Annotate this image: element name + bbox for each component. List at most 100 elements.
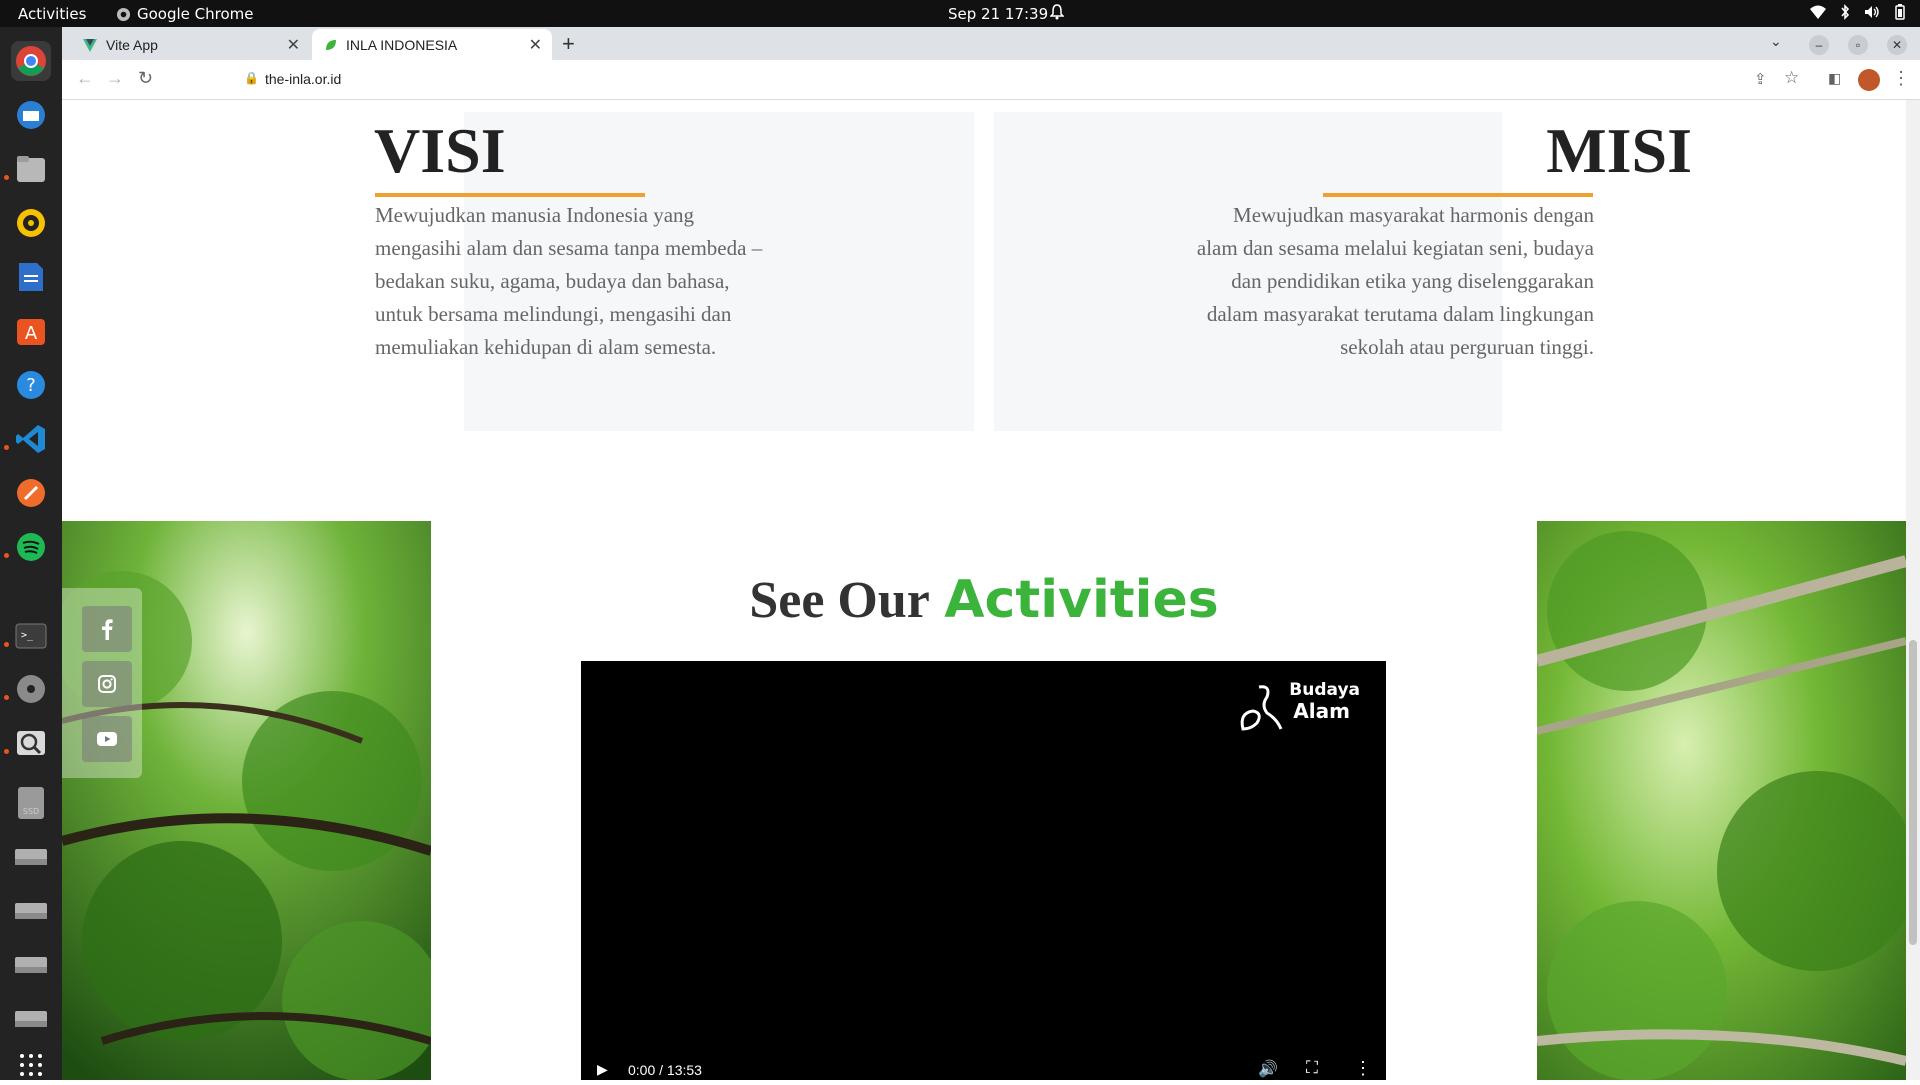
- video-time: 0:00 / 13:53: [628, 1062, 702, 1078]
- new-tab-button[interactable]: +: [562, 31, 575, 57]
- chrome-icon[interactable]: [11, 41, 51, 81]
- close-tab-icon[interactable]: ✕: [287, 35, 300, 55]
- logo-line1: Budaya: [1289, 680, 1360, 700]
- facebook-icon[interactable]: [82, 606, 132, 652]
- running-indicator: [4, 749, 9, 754]
- activities-heading: See Our Activities: [62, 570, 1906, 630]
- volume-icon: [1865, 6, 1879, 18]
- app-menu[interactable]: Google Chrome: [116, 5, 254, 23]
- system-tray[interactable]: [1810, 4, 1906, 20]
- drive-icon[interactable]: [11, 837, 51, 877]
- vite-icon: [83, 38, 97, 52]
- social-sidebar: [62, 588, 142, 778]
- visi-text: Mewujudkan manusia Indonesia yang mengas…: [375, 199, 835, 364]
- ssd-icon[interactable]: SSD: [11, 783, 51, 823]
- menu-kebab-icon[interactable]: ⋮: [1892, 68, 1910, 89]
- drive-icon[interactable]: [11, 891, 51, 931]
- tab-vite-app[interactable]: Vite App ✕: [70, 29, 310, 60]
- video-controls: ▶ 0:00 / 13:53 🔊 ⛶ ⋮: [581, 1047, 1386, 1080]
- logo-line2: Alam: [1293, 699, 1350, 723]
- forward-icon[interactable]: →: [106, 68, 124, 89]
- fullscreen-icon[interactable]: ⛶: [1306, 1058, 1318, 1078]
- app-grid-icon[interactable]: [11, 1045, 51, 1085]
- share-icon[interactable]: ⇪: [1754, 70, 1767, 88]
- misi-underline: [1323, 193, 1593, 197]
- restore-button[interactable]: ▫: [1848, 35, 1868, 55]
- misi-line: dan pendidikan etika yang diselenggaraka…: [1231, 269, 1594, 293]
- drive-icon[interactable]: [11, 945, 51, 985]
- visi-line: bedakan suku, agama, budaya dan bahasa,: [375, 269, 730, 293]
- postman-icon[interactable]: [11, 473, 51, 513]
- wifi-icon: [1810, 5, 1826, 19]
- battery-icon: [1895, 4, 1905, 20]
- tab-inla-indonesia[interactable]: INLA INDONESIA ✕: [312, 29, 552, 60]
- browser-toolbar: ← → ↻ 🔒 the-inla.or.id ⇪ ☆ ◧ ⋮: [62, 60, 1920, 100]
- svg-text:SSD: SSD: [23, 807, 39, 816]
- drive-icon[interactable]: [11, 999, 51, 1039]
- vscode-icon[interactable]: [11, 419, 51, 459]
- running-indicator: [4, 175, 9, 180]
- visi-line: memuliakan kehidupan di alam semesta.: [375, 335, 717, 359]
- svg-text:A: A: [25, 323, 38, 344]
- app-menu-label: Google Chrome: [137, 5, 254, 23]
- disc-icon[interactable]: [11, 669, 51, 709]
- dock: A ? >_ SSD: [0, 27, 62, 1080]
- misi-line: dalam masyarakat terutama dalam lingkung…: [1206, 302, 1594, 326]
- tab-title: INLA INDONESIA: [346, 36, 458, 53]
- chrome-icon: [116, 7, 131, 21]
- activities-heading-accent: Activities: [944, 570, 1219, 630]
- bell-icon: [1049, 4, 1065, 24]
- svg-text:?: ?: [26, 375, 36, 396]
- rhythmbox-icon[interactable]: [11, 203, 51, 243]
- activities-button[interactable]: Activities: [18, 5, 86, 23]
- play-icon[interactable]: ▶: [597, 1061, 608, 1078]
- bookmark-star-icon[interactable]: ☆: [1784, 68, 1799, 88]
- software-icon[interactable]: A: [11, 311, 51, 351]
- more-options-icon[interactable]: ⋮: [1354, 1058, 1372, 1079]
- volume-icon[interactable]: 🔊: [1258, 1059, 1278, 1079]
- misi-line: sekolah atau perguruan tinggi.: [1340, 335, 1594, 359]
- running-indicator: [4, 642, 9, 647]
- tab-title: Vite App: [106, 36, 158, 53]
- visi-line: untuk bersama melindungi, mengasihi dan: [375, 302, 732, 326]
- svg-text:>_: >_: [21, 630, 34, 641]
- inla-favicon: [326, 39, 336, 50]
- spotify-icon[interactable]: [11, 527, 51, 567]
- visi-underline: [375, 193, 645, 197]
- lock-icon[interactable]: 🔒: [244, 71, 259, 85]
- youtube-icon[interactable]: [82, 716, 132, 762]
- terminal-icon[interactable]: >_: [11, 616, 51, 656]
- misi-heading: MISI: [1546, 115, 1692, 186]
- bluetooth-icon: [1841, 4, 1850, 20]
- reload-icon[interactable]: ↻: [138, 68, 153, 89]
- activities-heading-prefix: See Our: [749, 572, 930, 629]
- running-indicator: [4, 695, 9, 700]
- profile-avatar[interactable]: [1858, 69, 1880, 91]
- thunderbird-icon[interactable]: [11, 95, 51, 135]
- close-tab-icon[interactable]: ✕: [529, 35, 542, 55]
- misi-line: alam dan sesama melalui kegiatan seni, b…: [1196, 236, 1594, 260]
- close-window-button[interactable]: ✕: [1887, 35, 1907, 55]
- misi-line: Mewujudkan masyarakat harmonis dengan: [1233, 203, 1594, 227]
- side-panel-icon[interactable]: ◧: [1828, 70, 1841, 87]
- writer-icon[interactable]: [11, 257, 51, 297]
- tab-strip: Vite App ✕ INLA INDONESIA ✕ + ⌄ – ▫ ✕: [62, 27, 1920, 60]
- system-top-bar: Activities Google Chrome Sep 21 17:39: [0, 0, 1920, 27]
- address-bar[interactable]: the-inla.or.id: [265, 71, 341, 87]
- running-indicator: [4, 553, 9, 558]
- running-indicator: [4, 445, 9, 450]
- magnifier-icon[interactable]: [11, 723, 51, 763]
- back-icon[interactable]: ←: [76, 68, 94, 89]
- visi-line: Mewujudkan manusia Indonesia yang: [375, 203, 695, 227]
- clock[interactable]: Sep 21 17:39: [948, 5, 1048, 23]
- minimize-button[interactable]: –: [1809, 35, 1829, 55]
- page-viewport: VISI Mewujudkan manusia Indonesia yang m…: [62, 100, 1906, 1080]
- video-player[interactable]: Budaya Alam ▶ 0:00 / 13:53 🔊 ⛶ ⋮: [581, 661, 1386, 1080]
- help-icon[interactable]: ?: [11, 365, 51, 405]
- tab-search-icon[interactable]: ⌄: [1770, 33, 1782, 50]
- visi-heading: VISI: [374, 115, 506, 186]
- page-scrollbar-thumb[interactable]: [1909, 640, 1917, 945]
- budaya-alam-logo: Budaya Alam: [1240, 680, 1360, 731]
- instagram-icon[interactable]: [82, 661, 132, 707]
- files-icon[interactable]: [11, 149, 51, 189]
